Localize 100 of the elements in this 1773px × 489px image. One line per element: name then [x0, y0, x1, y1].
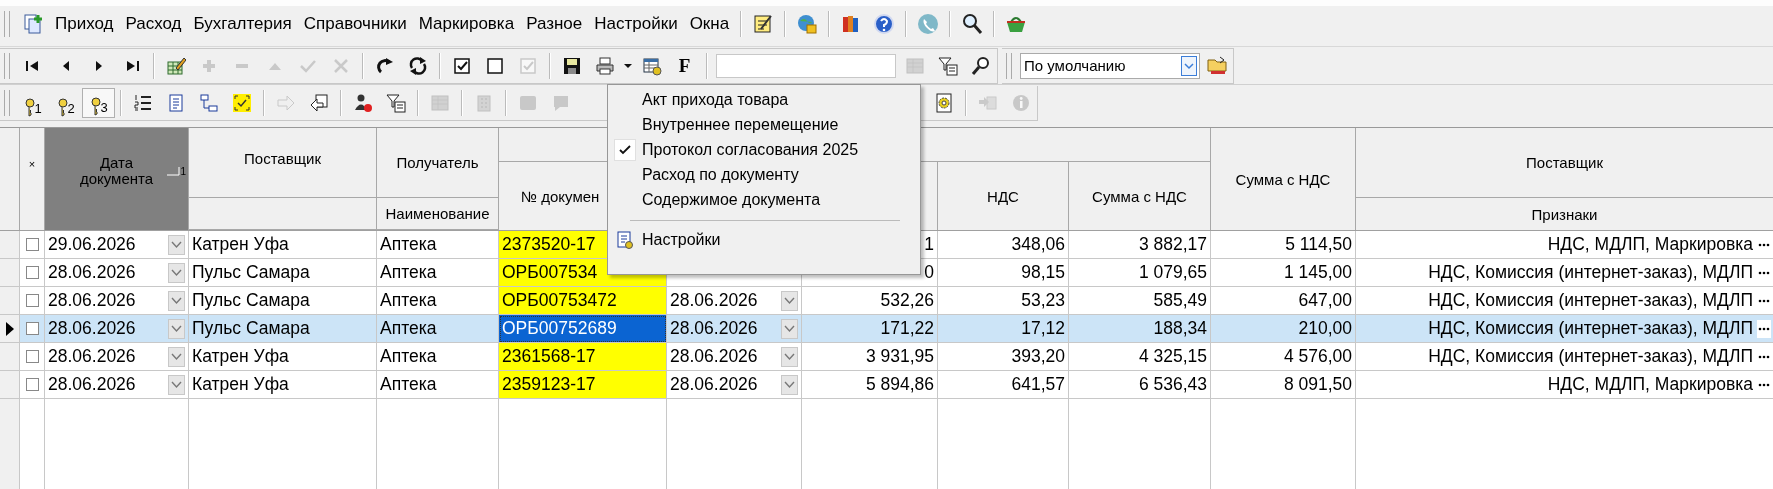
checkbox[interactable] [25, 378, 39, 391]
search-field[interactable] [716, 53, 896, 78]
dropdown-button[interactable] [168, 318, 185, 339]
dots-icon [1758, 298, 1770, 303]
table-cell: 28.06.2026 [48, 346, 136, 367]
table-cell: 29.06.2026 [48, 234, 136, 255]
table-row[interactable]: 28.06.2026 Пульс Самара Аптека ОРБ00753472 28.06.2026 532,26 53,23 585,49 647,00 НДС, Комиссия (интернет-заказ), МДЛП [0, 287, 1773, 315]
menu-item[interactable]: Протокол согласования 2025 [608, 137, 920, 162]
chevron-icon [784, 296, 795, 305]
view-dropdown[interactable]: По умолчанию [1020, 52, 1200, 79]
table-cell: Аптека [380, 318, 437, 339]
table-cell: НДС, Комиссия (интернет-заказ), МДЛП [1428, 290, 1753, 311]
checkbox[interactable] [25, 322, 39, 335]
column-header[interactable]: Поставщик [189, 128, 377, 198]
table-row[interactable]: 28.06.2026 Катрен Уфа Аптека 2359123-17 28.06.2026 5 894,86 641,57 6 536,43 8 091,50 НДС, МДЛП, Маркировка [0, 371, 1773, 399]
table-cell: Катрен Уфа [192, 234, 289, 255]
table-cell: 1 145,00 [1283, 262, 1352, 283]
column-header[interactable]: Поставщик [1356, 128, 1773, 198]
chevron-icon [171, 324, 182, 333]
menu-item[interactable]: Акт прихода товара [608, 87, 920, 112]
dropdown-button[interactable] [781, 318, 798, 339]
settings-icon [616, 229, 634, 250]
column-header[interactable]: НДС [938, 162, 1069, 230]
table-row[interactable]: 28.06.2026 Катрен Уфа Аптека 2361568-17 28.06.2026 3 931,95 393,20 4 325,15 4 576,00 НДС, Комиссия (интернет-заказ), МДЛП [0, 343, 1773, 371]
column-header[interactable] [189, 198, 377, 230]
more-button[interactable] [1757, 319, 1771, 338]
column-header[interactable]: Признаки [1356, 198, 1773, 230]
menu-item[interactable]: Справочники [297, 11, 413, 37]
column-header[interactable]: Дата документа 1 [45, 128, 189, 230]
dropdown-button[interactable] [168, 234, 185, 255]
menu-item[interactable]: Приход [49, 11, 120, 37]
dots-icon [1758, 382, 1770, 387]
header-mark: × [28, 158, 36, 170]
dropdown-button[interactable] [168, 374, 185, 395]
current-row-icon [5, 321, 14, 336]
bold-button[interactable]: F [668, 50, 701, 81]
chevron-icon [784, 352, 795, 361]
table-cell: 3 882,17 [1138, 234, 1207, 255]
menu-item[interactable]: Бухгалтерия [187, 11, 298, 37]
table-cell: 28.06.2026 [670, 318, 758, 339]
dropdown-button[interactable] [781, 374, 798, 395]
dropdown-button[interactable] [168, 290, 185, 311]
column-header[interactable]: Получатель [377, 128, 499, 198]
dots-icon [1758, 354, 1770, 359]
table-cell: 4 325,15 [1138, 346, 1207, 367]
checkbox[interactable] [25, 266, 39, 279]
dropdown-button[interactable] [781, 290, 798, 311]
chevron-icon [171, 240, 182, 249]
column-header[interactable]: Сумма с НДС [1069, 162, 1211, 230]
table-cell: 585,49 [1153, 290, 1207, 311]
table-cell: Аптека [380, 290, 437, 311]
menu-item[interactable]: Расход [119, 11, 188, 37]
key-button[interactable]: 3 [82, 88, 115, 118]
table-row[interactable]: 28.06.2026 Пульс Самара Аптека ОРБ00752689 28.06.2026 171,22 17,12 188,34 210,00 НДС, Комиссия (интернет-заказ), МДЛП [0, 315, 1773, 343]
chevron-icon [171, 296, 182, 305]
table-cell: НДС, Комиссия (интернет-заказ), МДЛП [1428, 262, 1753, 283]
dropdown-button[interactable] [168, 262, 185, 283]
table-cell: 348,06 [1011, 234, 1065, 255]
table-cell: Аптека [380, 346, 437, 367]
table-cell: 28.06.2026 [670, 290, 758, 311]
menu-item[interactable]: Настройки [588, 11, 684, 37]
table-cell: НДС, Комиссия (интернет-заказ), МДЛП [1428, 318, 1753, 339]
checkbox[interactable] [25, 350, 39, 363]
dropdown-button[interactable] [781, 346, 798, 367]
chevron-icon [171, 380, 182, 389]
key-button[interactable]: 2 [49, 88, 82, 118]
chevron-icon [784, 324, 795, 333]
checkbox[interactable] [25, 238, 39, 251]
table-cell: ОРБ00752689 [502, 318, 617, 339]
table-cell: НДС, МДЛП, Маркировка [1547, 374, 1753, 395]
table-cell: Аптека [380, 234, 437, 255]
key-button[interactable]: 1 [16, 88, 49, 118]
menu-item[interactable]: Внутреннее перемещение [608, 112, 920, 137]
table-cell: Пульс Самара [192, 262, 310, 283]
table-cell: 4 576,00 [1283, 346, 1352, 367]
table-cell: 2361568-17 [502, 346, 596, 367]
menu-item[interactable]: Расход по документу [608, 162, 920, 187]
table-cell: 647,00 [1298, 290, 1352, 311]
chevron-icon [171, 268, 182, 277]
row-header[interactable] [0, 315, 20, 343]
menu-item[interactable]: Маркировка [412, 11, 521, 37]
dots-icon [1758, 326, 1770, 331]
table-cell: 28.06.2026 [48, 290, 136, 311]
column-header[interactable]: Наименование [377, 198, 499, 230]
menu-item[interactable]: Разное [520, 11, 589, 37]
table-cell: 28.06.2026 [670, 374, 758, 395]
column-header[interactable]: Сумма с НДС [1211, 128, 1356, 230]
dots-icon [1758, 270, 1770, 275]
table-cell: Пульс Самара [192, 290, 310, 311]
menu-item[interactable]: Содержимое документа [608, 187, 920, 212]
table-cell: НДС, МДЛП, Маркировка [1547, 234, 1753, 255]
table-cell: 28.06.2026 [670, 346, 758, 367]
table-cell: 2359123-17 [502, 374, 596, 395]
dropdown-button[interactable] [168, 346, 185, 367]
menu-item[interactable]: Настройки [608, 227, 920, 252]
table-cell: 28.06.2026 [48, 262, 136, 283]
menu-item[interactable]: Окна [683, 11, 736, 37]
table-cell: ОРБ00753472 [502, 290, 617, 311]
table-row[interactable]: 28.06.2026 Пульс Самара Аптека ОРБ007534 0 98,15 1 079,65 1 145,00 НДС, Комиссия (интернет-заказ), МДЛП [0, 259, 1773, 287]
checkbox[interactable] [25, 294, 39, 307]
